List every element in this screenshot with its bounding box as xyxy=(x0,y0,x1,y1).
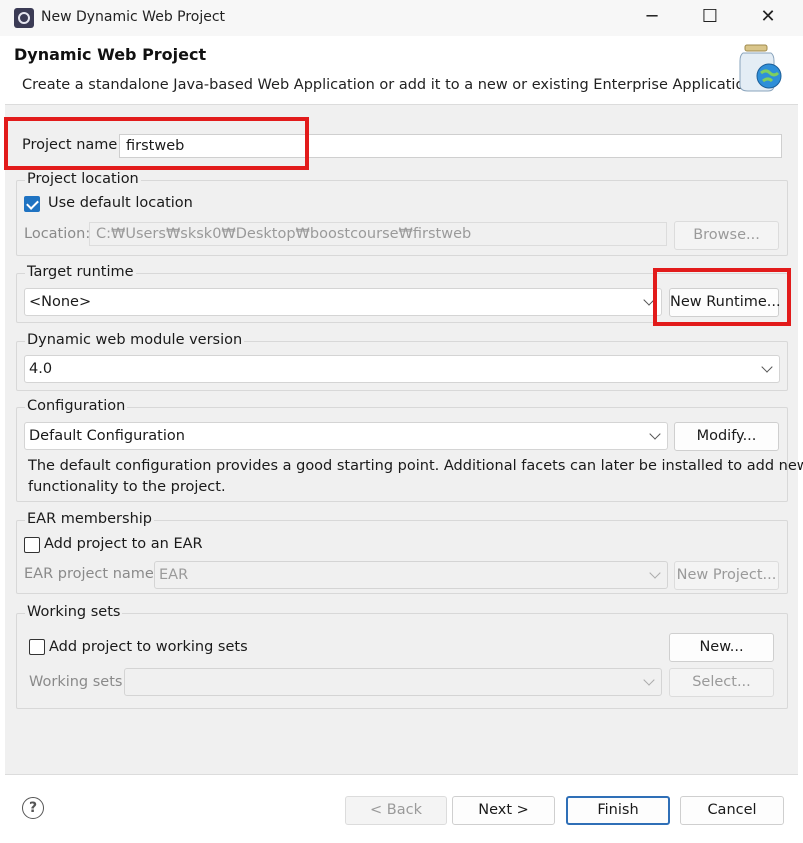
target-runtime-label: Target runtime xyxy=(25,264,136,280)
configuration-value: Default Configuration xyxy=(29,428,185,444)
use-default-location-checkbox[interactable] xyxy=(24,196,40,212)
location-label: Location: xyxy=(24,226,91,242)
working-sets-select[interactable] xyxy=(124,668,662,696)
chevron-down-icon xyxy=(761,361,773,373)
modify-button[interactable]: Modify... xyxy=(674,422,779,451)
highlight-project-name xyxy=(4,117,309,170)
cancel-button[interactable]: Cancel xyxy=(680,796,784,825)
project-location-label: Project location xyxy=(25,171,141,187)
browse-button[interactable]: Browse... xyxy=(674,221,779,250)
wizard-description: Create a standalone Java-based Web Appli… xyxy=(22,77,759,93)
maximize-button[interactable]: ☐ xyxy=(681,0,739,36)
ear-membership-label: EAR membership xyxy=(25,511,154,527)
add-to-working-sets-checkbox[interactable] xyxy=(29,639,45,655)
minimize-button[interactable]: ─ xyxy=(623,0,681,36)
target-runtime-select[interactable]: <None> xyxy=(24,288,662,316)
web-module-select[interactable]: 4.0 xyxy=(24,355,780,383)
select-working-sets-button[interactable]: Select... xyxy=(669,668,774,697)
use-default-location-label: Use default location xyxy=(48,195,193,211)
chevron-down-icon xyxy=(649,428,661,440)
close-button[interactable]: ✕ xyxy=(739,0,797,36)
add-to-ear-checkbox[interactable] xyxy=(24,537,40,553)
footer-divider xyxy=(5,774,798,775)
chevron-down-icon xyxy=(643,674,655,686)
new-project-button[interactable]: New Project... xyxy=(674,561,779,590)
ear-project-value: EAR xyxy=(159,567,189,583)
web-module-value: 4.0 xyxy=(29,361,53,377)
web-project-jar-icon xyxy=(739,44,782,92)
ear-project-name-label: EAR project name: xyxy=(24,566,159,582)
help-icon[interactable]: ? xyxy=(22,797,44,819)
configuration-label: Configuration xyxy=(25,398,128,414)
web-module-label: Dynamic web module version xyxy=(25,332,245,348)
target-runtime-value: <None> xyxy=(29,294,92,310)
chevron-down-icon xyxy=(649,567,661,579)
window-title: New Dynamic Web Project xyxy=(41,9,226,25)
back-button[interactable]: < Back xyxy=(345,796,447,825)
location-input[interactable]: C:₩Users₩sksk0₩Desktop₩boostcourse₩first… xyxy=(89,222,667,246)
add-to-working-sets-label: Add project to working sets xyxy=(49,639,248,655)
add-to-ear-label: Add project to an EAR xyxy=(44,536,203,552)
new-working-set-button[interactable]: New... xyxy=(669,633,774,662)
eclipse-app-icon xyxy=(14,8,34,28)
highlight-new-runtime xyxy=(653,268,791,326)
wizard-title: Dynamic Web Project xyxy=(14,45,207,64)
configuration-select[interactable]: Default Configuration xyxy=(24,422,668,450)
working-sets-field-label: Working sets: xyxy=(29,674,128,690)
working-sets-label: Working sets xyxy=(25,604,123,620)
configuration-description-line1: The default configuration provides a goo… xyxy=(28,458,803,474)
ear-project-select[interactable]: EAR xyxy=(154,561,668,589)
finish-button[interactable]: Finish xyxy=(566,796,670,825)
configuration-description-line2: functionality to the project. xyxy=(28,479,226,495)
next-button[interactable]: Next > xyxy=(452,796,555,825)
